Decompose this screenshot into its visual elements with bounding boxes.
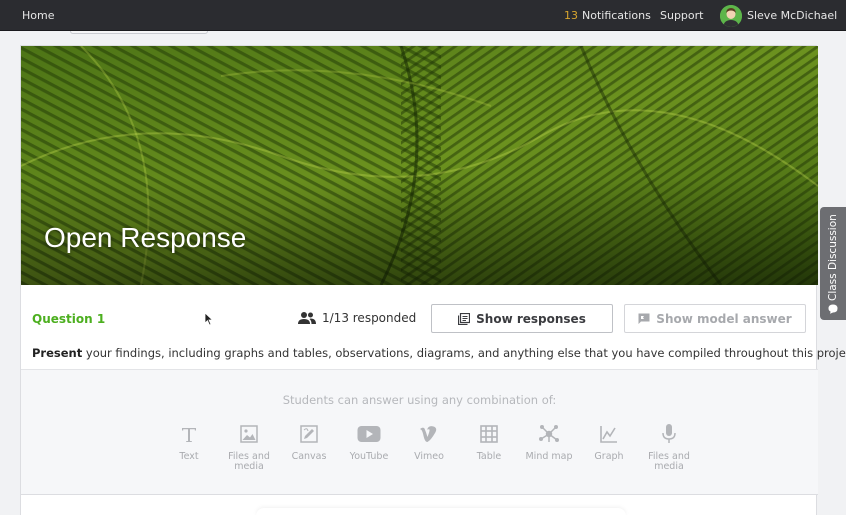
table-icon <box>480 425 498 443</box>
answer-type-label: Table <box>476 451 502 462</box>
image-icon <box>240 425 258 443</box>
answer-type-vimeo: Vimeo <box>399 422 459 472</box>
question-header: Question 1 1/13 responded Show responses <box>21 285 846 369</box>
answer-types-panel: Students can answer using any combinatio… <box>21 369 818 495</box>
prompt-text: your findings, including graphs and tabl… <box>82 346 846 360</box>
graph-icon <box>600 426 617 443</box>
microphone-icon <box>662 424 676 443</box>
show-model-answer-label: Show model answer <box>656 311 792 326</box>
answer-type-canvas: Canvas <box>279 422 339 472</box>
show-model-answer-button[interactable]: Show model answer <box>624 304 806 333</box>
show-responses-button[interactable]: Show responses <box>431 304 613 333</box>
chat-bubble-icon <box>828 304 838 314</box>
avatar[interactable] <box>720 5 742 27</box>
answer-type-label: Files and media <box>228 451 270 472</box>
vimeo-icon <box>420 426 437 442</box>
youtube-icon <box>357 426 381 442</box>
answer-types-hint: Students can answer using any combinatio… <box>282 393 557 407</box>
answer-type-youtube: YouTube <box>339 422 399 472</box>
responded-text: 1/13 responded <box>322 311 417 325</box>
answer-type-mind-map: Mind map <box>519 422 579 472</box>
mind-map-icon <box>539 425 559 442</box>
notifications-label: Notifications <box>582 9 651 22</box>
answer-type-files-media: Files and media <box>219 422 279 472</box>
question-prompt: Present your findings, including graphs … <box>32 346 846 360</box>
class-discussion-tab[interactable]: Class Discussion <box>820 207 846 320</box>
user-name[interactable]: Sleve McDichael <box>747 9 837 22</box>
question-label: Question 1 <box>32 312 106 326</box>
answer-type-label: Canvas <box>291 451 327 462</box>
users-icon <box>298 312 316 324</box>
responded-count: 1/13 responded <box>298 309 416 327</box>
mouse-cursor-icon <box>204 312 214 326</box>
answer-type-table: Table <box>459 422 519 472</box>
hidden-tab-edge <box>70 31 208 34</box>
show-responses-label: Show responses <box>476 311 586 326</box>
answer-type-label: Vimeo <box>414 451 444 462</box>
notifications-link[interactable]: 13 Notifications <box>564 9 651 22</box>
answer-type-label: Graph <box>594 451 624 462</box>
answer-type-graph: Graph <box>579 422 639 472</box>
canvas-icon <box>300 425 318 443</box>
top-nav-bar: Home 13 Notifications Support Sleve McDic… <box>0 0 846 31</box>
next-section-edge <box>256 508 626 515</box>
responses-icon <box>458 312 471 325</box>
support-link[interactable]: Support <box>660 9 703 22</box>
answer-type-label: YouTube <box>349 451 389 462</box>
answer-type-audio: Files and media <box>639 422 699 472</box>
class-discussion-label: Class Discussion <box>827 214 839 301</box>
answer-type-text: Text <box>159 422 219 472</box>
activity-card: Open Response Question 1 1/13 responded <box>20 45 846 515</box>
notifications-count: 13 <box>564 9 578 22</box>
page-title: Open Response <box>44 222 247 253</box>
text-icon <box>182 428 196 442</box>
answer-type-label: Files and media <box>648 451 690 472</box>
answer-types-list: Text Files and media Canvas YouTube Vime… <box>159 422 699 472</box>
answer-type-label: Mind map <box>525 451 573 462</box>
prompt-bold: Present <box>32 346 83 360</box>
home-link[interactable]: Home <box>22 9 54 22</box>
comment-flag-icon <box>638 313 650 324</box>
answer-type-label: Text <box>179 451 199 462</box>
avatar-person-icon <box>720 5 742 27</box>
banner-image: Open Response <box>21 46 818 285</box>
